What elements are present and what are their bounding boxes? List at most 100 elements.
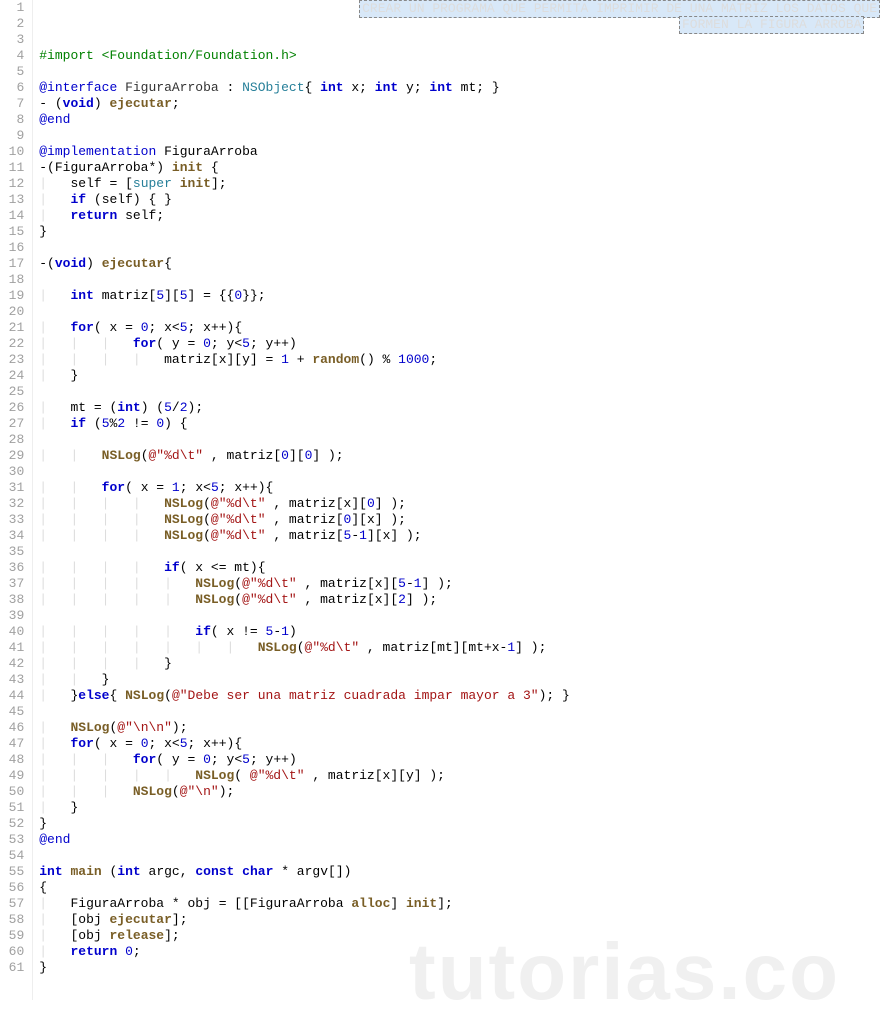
code-line: - (void) ejecutar; <box>39 96 880 112</box>
line-number: 3 <box>0 32 24 48</box>
line-number: 26 <box>0 400 24 416</box>
line-number: 29 <box>0 448 24 464</box>
code-line: | | } <box>39 672 880 688</box>
line-number: 23 <box>0 352 24 368</box>
line-number: 53 <box>0 832 24 848</box>
code-line <box>39 384 880 400</box>
code-line: | return self; <box>39 208 880 224</box>
line-number: 37 <box>0 576 24 592</box>
code-line: | for( x = 0; x<5; x++){ <box>39 320 880 336</box>
code-line: } <box>39 816 880 832</box>
code-line: | | | | | | | NSLog(@"%d\t" , matriz[mt]… <box>39 640 880 656</box>
code-line <box>39 608 880 624</box>
code-line: | [obj ejecutar]; <box>39 912 880 928</box>
line-number: 39 <box>0 608 24 624</box>
code-line: | | | | | if( x != 5-1) <box>39 624 880 640</box>
line-number: 57 <box>0 896 24 912</box>
code-line: | if (self) { } <box>39 192 880 208</box>
code-line: int main (int argc, const char * argv[]) <box>39 864 880 880</box>
line-number: 12 <box>0 176 24 192</box>
code-line: | | | | | NSLog(@"%d\t" , matriz[x][5-1]… <box>39 576 880 592</box>
code-line: @implementation FiguraArroba <box>39 144 880 160</box>
code-line <box>39 704 880 720</box>
line-number: 48 <box>0 752 24 768</box>
line-number: 17 <box>0 256 24 272</box>
line-number: 61 <box>0 960 24 976</box>
code-line: -(void) ejecutar{ <box>39 256 880 272</box>
code-line <box>39 544 880 560</box>
code-editor[interactable]: 1234567891011121314151617181920212223242… <box>0 0 880 1000</box>
comment-text-1: CREAR UN PROGRAMA QUE PERMITA IMPRIMIR D… <box>362 1 877 16</box>
code-line: @end <box>39 112 880 128</box>
code-line <box>39 240 880 256</box>
comment-highlight: FORMEN LA FIGURA ARROBA <box>679 16 864 34</box>
code-line: @interface FiguraArroba : NSObject{ int … <box>39 80 880 96</box>
code-line: | | | | } <box>39 656 880 672</box>
line-number: 20 <box>0 304 24 320</box>
code-line: | if (5%2 != 0) { <box>39 416 880 432</box>
code-line <box>39 848 880 864</box>
line-number: 18 <box>0 272 24 288</box>
comment-text-2: FORMEN LA FIGURA ARROBA <box>682 17 861 32</box>
code-line: -(FiguraArroba*) init { <box>39 160 880 176</box>
line-number: 7 <box>0 96 24 112</box>
line-number: 28 <box>0 432 24 448</box>
line-number: 22 <box>0 336 24 352</box>
code-line <box>39 64 880 80</box>
code-line: | | NSLog(@"%d\t" , matriz[0][0] ); <box>39 448 880 464</box>
code-line: | } <box>39 368 880 384</box>
line-number: 56 <box>0 880 24 896</box>
line-number: 44 <box>0 688 24 704</box>
code-line: CREAR UN PROGRAMA QUE PERMITA IMPRIMIR D… <box>39 0 880 16</box>
code-line: | | | NSLog(@"\n"); <box>39 784 880 800</box>
line-number: 52 <box>0 816 24 832</box>
line-number: 35 <box>0 544 24 560</box>
code-line: | } <box>39 800 880 816</box>
line-number: 10 <box>0 144 24 160</box>
code-line: | | | | | NSLog(@"%d\t" , matriz[x][2] )… <box>39 592 880 608</box>
code-line: | self = [super init]; <box>39 176 880 192</box>
line-number-gutter: 1234567891011121314151617181920212223242… <box>0 0 33 1000</box>
line-number: 60 <box>0 944 24 960</box>
line-number: 54 <box>0 848 24 864</box>
line-number: 15 <box>0 224 24 240</box>
line-number: 19 <box>0 288 24 304</box>
code-line <box>39 32 880 48</box>
line-number: 1 <box>0 0 24 16</box>
line-number: 40 <box>0 624 24 640</box>
line-number: 42 <box>0 656 24 672</box>
line-number: 58 <box>0 912 24 928</box>
code-line: | int matriz[5][5] = {{0}}; <box>39 288 880 304</box>
code-line: | | | | | NSLog( @"%d\t" , matriz[x][y] … <box>39 768 880 784</box>
line-number: 30 <box>0 464 24 480</box>
line-number: 6 <box>0 80 24 96</box>
line-number: 50 <box>0 784 24 800</box>
line-number: 59 <box>0 928 24 944</box>
line-number: 47 <box>0 736 24 752</box>
line-number: 34 <box>0 528 24 544</box>
code-line: { <box>39 880 880 896</box>
line-number: 27 <box>0 416 24 432</box>
code-area[interactable]: CREAR UN PROGRAMA QUE PERMITA IMPRIMIR D… <box>33 0 880 1000</box>
code-line: | [obj release]; <box>39 928 880 944</box>
code-line: | | | for( y = 0; y<5; y++) <box>39 336 880 352</box>
code-line <box>39 272 880 288</box>
code-line: } <box>39 224 880 240</box>
code-line: #import <Foundation/Foundation.h> <box>39 48 880 64</box>
code-line: } <box>39 960 880 976</box>
code-line <box>39 304 880 320</box>
code-line <box>39 464 880 480</box>
line-number: 8 <box>0 112 24 128</box>
line-number: 4 <box>0 48 24 64</box>
code-line: FORMEN LA FIGURA ARROBA <box>39 16 880 32</box>
code-line: | NSLog(@"\n\n"); <box>39 720 880 736</box>
code-line: | return 0; <box>39 944 880 960</box>
line-number: 45 <box>0 704 24 720</box>
line-number: 36 <box>0 560 24 576</box>
code-line: | | for( x = 1; x<5; x++){ <box>39 480 880 496</box>
code-line: | for( x = 0; x<5; x++){ <box>39 736 880 752</box>
line-number: 43 <box>0 672 24 688</box>
line-number: 24 <box>0 368 24 384</box>
line-number: 11 <box>0 160 24 176</box>
line-number: 46 <box>0 720 24 736</box>
